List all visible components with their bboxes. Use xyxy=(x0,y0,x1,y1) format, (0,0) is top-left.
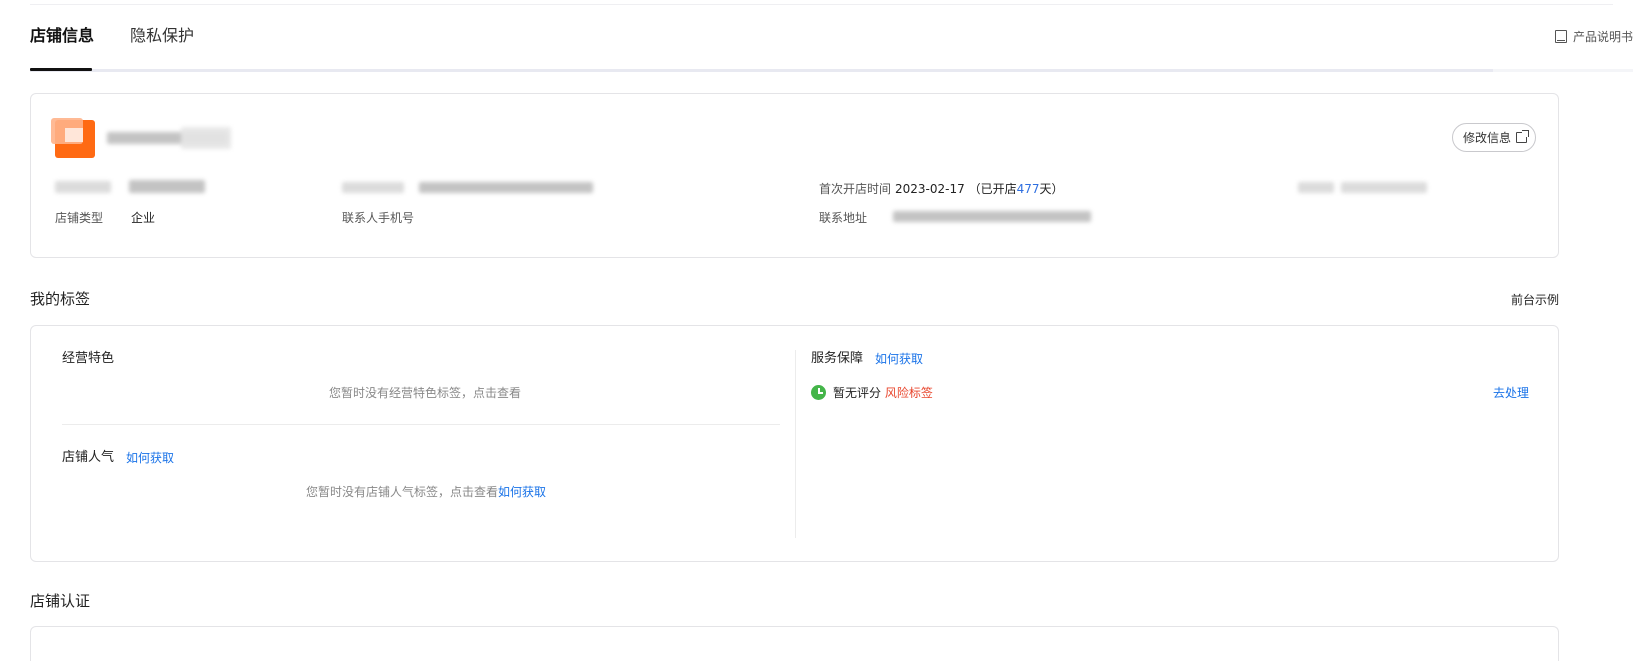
field-value-redacted xyxy=(129,180,205,193)
clock-icon xyxy=(811,385,826,400)
popularity-empty-text: 您暂时没有店铺人气标签，点击查看 xyxy=(306,485,499,499)
open-date: 2023-02-17 xyxy=(895,182,965,196)
business-feature-title: 经营特色 xyxy=(62,351,115,366)
store-type-value: 企业 xyxy=(131,211,156,225)
tags-left-panel: 经营特色 您暂时没有经营特色标签，点击查看 店铺人气 如何获取 您暂时没有店铺人… xyxy=(31,326,796,561)
store-logo xyxy=(51,118,95,158)
product-manual-label: 产品说明书 xyxy=(1572,30,1633,44)
certification-card xyxy=(30,626,1559,661)
field-label-redacted xyxy=(342,182,404,193)
my-tags-title: 我的标签 xyxy=(30,290,91,308)
tags-divider-vertical xyxy=(795,350,796,538)
top-divider xyxy=(30,4,1613,5)
book-icon xyxy=(1554,30,1567,43)
tab-privacy-protection[interactable]: 隐私保护 xyxy=(130,26,194,46)
rating-status: 暂无评分 风险标签 xyxy=(833,385,933,401)
store-settings-page: 店铺信息 隐私保护 产品说明书 修改信息 首次开店时间 2023-02-17 （ xyxy=(0,0,1643,661)
store-popularity-how-link[interactable]: 如何获取 xyxy=(126,450,174,466)
tags-card: 经营特色 您暂时没有经营特色标签，点击查看 店铺人气 如何获取 您暂时没有店铺人… xyxy=(30,325,1559,562)
store-popularity-title: 店铺人气 xyxy=(62,450,115,465)
open-time-label: 首次开店时间 xyxy=(819,182,892,196)
business-feature-empty[interactable]: 您暂时没有经营特色标签，点击查看 xyxy=(329,385,521,401)
contact-address-redacted xyxy=(893,211,1091,222)
risk-tag-link[interactable]: 风险标签 xyxy=(885,386,933,400)
service-guarantee-how-link[interactable]: 如何获取 xyxy=(875,351,923,367)
store-info-card: 修改信息 首次开店时间 2023-02-17 （已开店477天） 店铺类型 企业… xyxy=(30,93,1559,258)
tab-store-info[interactable]: 店铺信息 xyxy=(30,26,94,46)
field-value-redacted xyxy=(1341,182,1427,193)
tab-track-end xyxy=(1493,69,1633,72)
field-value-redacted xyxy=(419,182,593,193)
handle-link[interactable]: 去处理 xyxy=(1493,385,1529,401)
field-label-redacted xyxy=(1298,182,1334,193)
no-rating-text: 暂无评分 xyxy=(833,386,882,400)
open-time-value: 2023-02-17 （已开店477天） xyxy=(895,181,1064,197)
product-manual-link[interactable]: 产品说明书 xyxy=(1554,28,1633,45)
edit-info-label: 修改信息 xyxy=(1462,131,1511,145)
open-days: 477 xyxy=(1016,182,1040,196)
popularity-empty-how-link[interactable]: 如何获取 xyxy=(498,485,546,499)
tab-track xyxy=(30,69,1633,72)
store-certification-title: 店铺认证 xyxy=(30,592,91,610)
tab-active-indicator xyxy=(30,68,92,71)
contact-phone-label: 联系人手机号 xyxy=(342,211,415,225)
tags-divider-horizontal xyxy=(62,424,780,425)
open-suffix: 天） xyxy=(1039,182,1064,196)
service-guarantee-title: 服务保障 xyxy=(811,351,864,366)
store-type-label: 店铺类型 xyxy=(55,211,104,225)
open-prefix: （已开店 xyxy=(968,182,1017,196)
store-name-redacted-tail xyxy=(181,127,231,149)
external-link-icon xyxy=(1516,130,1529,143)
store-popularity-empty: 您暂时没有店铺人气标签，点击查看如何获取 xyxy=(306,484,546,500)
contact-address-label: 联系地址 xyxy=(819,211,868,225)
edit-info-button[interactable]: 修改信息 xyxy=(1451,123,1536,152)
tab-bar: 店铺信息 隐私保护 产品说明书 xyxy=(30,14,1633,72)
frontend-example-link[interactable]: 前台示例 xyxy=(1511,292,1559,308)
field-label-redacted xyxy=(55,181,111,193)
